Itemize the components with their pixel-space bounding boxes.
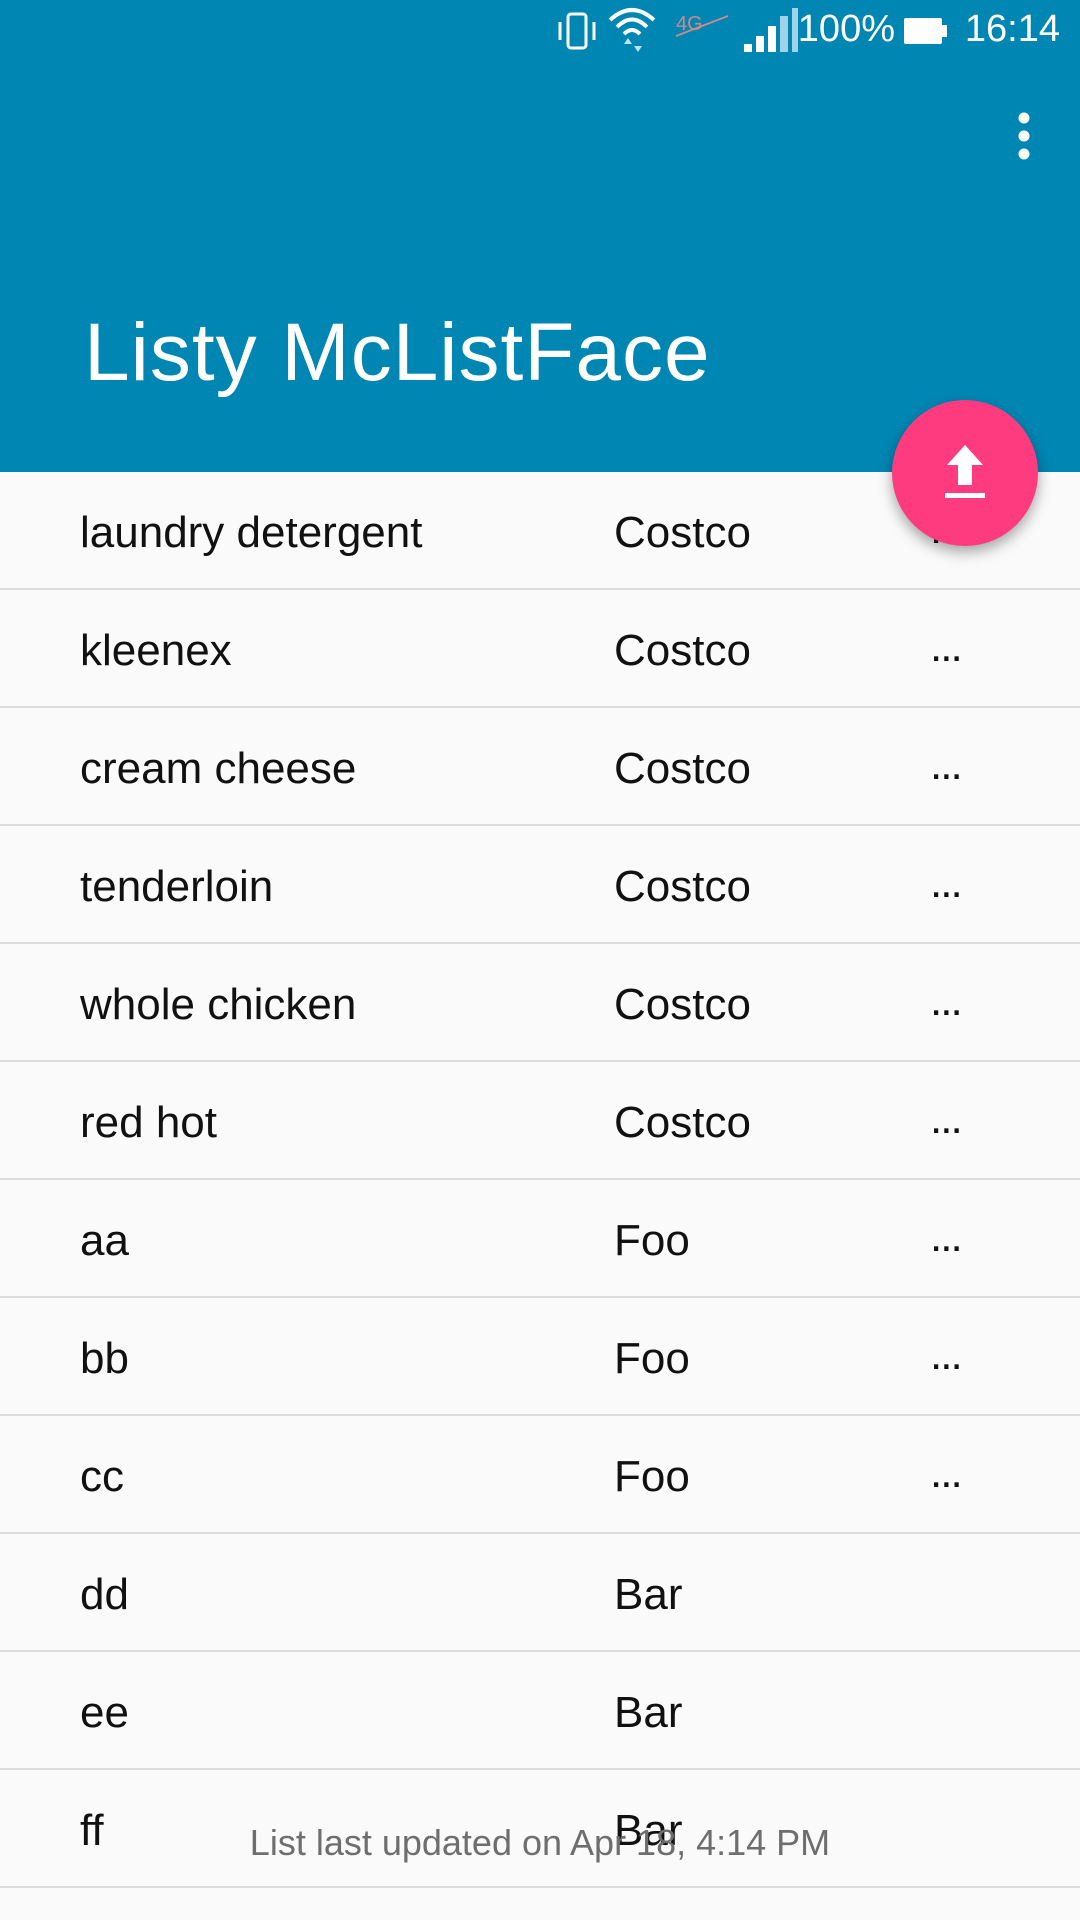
vibrate-icon <box>558 12 596 50</box>
app-title: Listy McListFace <box>84 307 711 398</box>
item-store: Costco <box>614 1098 751 1147</box>
list-item[interactable]: bb Foo... <box>0 1298 1080 1416</box>
list-item[interactable]: dd Bar <box>0 1534 1080 1652</box>
item-more-button[interactable]: ... <box>930 1330 963 1380</box>
item-name: cream cheese <box>80 744 357 793</box>
overflow-menu-button[interactable] <box>992 100 1056 172</box>
item-store: Bar <box>614 1688 683 1737</box>
upload-icon <box>945 445 985 498</box>
item-store: Foo <box>614 1452 690 1501</box>
item-more-button[interactable]: ... <box>930 858 963 908</box>
battery-percent: 100% <box>797 8 895 50</box>
list-item[interactable]: red hot Costco... <box>0 1062 1080 1180</box>
item-store: Costco <box>614 744 751 793</box>
clock: 16:14 <box>964 8 1060 50</box>
item-name: kleenex <box>80 626 232 675</box>
item-more-button[interactable]: ... <box>930 976 963 1026</box>
item-store: Costco <box>614 862 751 911</box>
item-name: cc <box>80 1452 124 1501</box>
item-store: Foo <box>614 1334 690 1383</box>
list-item[interactable]: ee Bar <box>0 1652 1080 1770</box>
item-more-button[interactable]: ... <box>930 740 963 790</box>
list-item[interactable]: whole chicken Costco... <box>0 944 1080 1062</box>
item-store: Costco <box>614 626 751 675</box>
signal-icon <box>744 8 798 52</box>
item-name: whole chicken <box>80 980 357 1029</box>
item-name: red hot <box>80 1098 217 1147</box>
list-item[interactable]: tenderloin Costco... <box>0 826 1080 944</box>
list-item[interactable]: kleenex Costco... <box>0 590 1080 708</box>
item-store: Costco <box>614 508 751 557</box>
last-updated-text: List last updated on Apr 18, 4:14 PM <box>249 1822 831 1863</box>
lte-icon: 4G <box>675 13 729 37</box>
item-name: dd <box>80 1570 129 1619</box>
item-store: Costco <box>614 980 751 1029</box>
item-name: ee <box>80 1688 129 1737</box>
item-store: Foo <box>614 1216 690 1265</box>
battery-icon <box>904 18 947 44</box>
list-item[interactable]: aa Foo... <box>0 1180 1080 1298</box>
list-item[interactable]: cc Foo... <box>0 1416 1080 1534</box>
item-more-button[interactable]: ... <box>930 622 963 672</box>
item-store: Bar <box>614 1570 683 1619</box>
list-item[interactable]: cream cheese Costco... <box>0 708 1080 826</box>
status-bar: 4G 100% 16:14 <box>0 0 1080 64</box>
app-bar: 4G 100% 16:14 Listy McListFace <box>0 0 1080 472</box>
item-name: aa <box>80 1216 129 1265</box>
item-more-button[interactable]: ... <box>930 1212 963 1262</box>
item-more-button[interactable]: ... <box>930 1448 963 1498</box>
item-name: bb <box>80 1334 129 1383</box>
more-vert-icon <box>1018 112 1030 160</box>
wifi-icon <box>608 8 656 52</box>
item-name: tenderloin <box>80 862 274 911</box>
item-more-button[interactable]: ... <box>930 1094 963 1144</box>
shopping-list: laundry detergent Costco... kleenex Costco.… <box>0 472 1080 1888</box>
item-name: laundry detergent <box>80 508 423 557</box>
upload-fab-button[interactable] <box>892 400 1038 546</box>
